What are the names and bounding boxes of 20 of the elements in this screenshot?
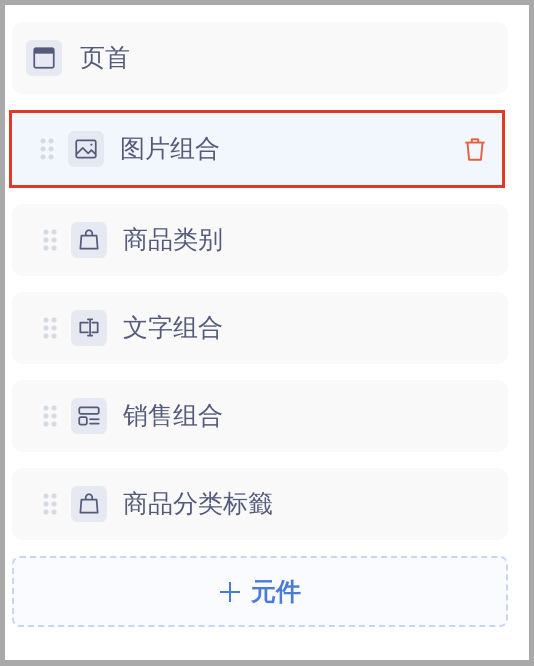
component-label: 销售组合: [123, 401, 224, 431]
add-component-button[interactable]: 元件: [12, 556, 508, 627]
drag-handle-icon[interactable]: [40, 138, 54, 160]
drag-handle-icon[interactable]: [43, 317, 57, 339]
window-icon: [31, 45, 57, 71]
component-label: 商品分类标籤: [123, 489, 274, 519]
component-item[interactable]: 商品分类标籤: [12, 468, 508, 540]
header-card[interactable]: 页首: [12, 22, 508, 94]
plus-icon: [219, 580, 241, 602]
component-item[interactable]: 文字组合: [12, 292, 508, 364]
drag-handle-icon[interactable]: [43, 405, 57, 427]
drag-handle-icon[interactable]: [43, 229, 57, 251]
drag-handle-icon[interactable]: [43, 493, 57, 515]
component-label: 文字组合: [123, 313, 224, 343]
header-label: 页首: [80, 43, 130, 73]
component-label: 图片组合: [120, 134, 221, 164]
component-item[interactable]: 图片组合: [9, 110, 505, 188]
component-item[interactable]: 商品类别: [12, 204, 508, 276]
component-item[interactable]: 销售组合: [12, 380, 508, 452]
component-label: 商品类别: [123, 225, 224, 255]
